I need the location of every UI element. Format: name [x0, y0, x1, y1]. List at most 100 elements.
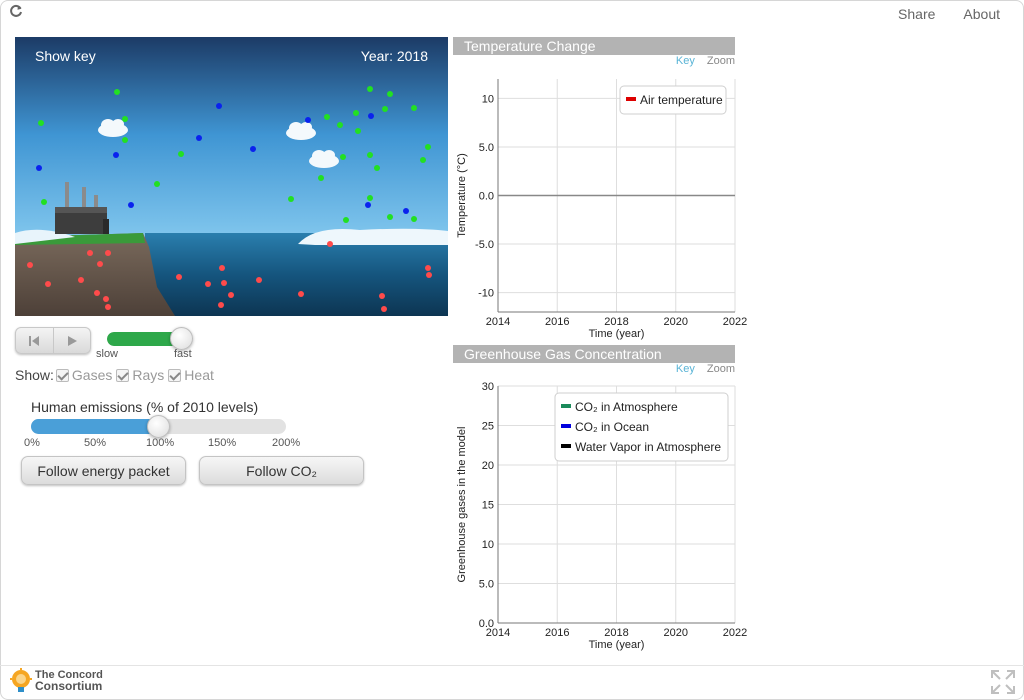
- gas-particle: [420, 157, 426, 163]
- x-axis-label: Time (year): [589, 328, 645, 340]
- concord-consortium-logo[interactable]: The Concord Consortium: [10, 668, 103, 694]
- gas-particle: [45, 281, 51, 287]
- show-key-link[interactable]: Show key: [35, 48, 96, 64]
- gas-particle: [288, 196, 294, 202]
- y-tick-label: -5.0: [475, 239, 494, 251]
- gas-particle: [324, 114, 330, 120]
- x-tick-label: 2014: [486, 316, 510, 328]
- play-button[interactable]: [54, 328, 91, 353]
- gas-particle: [367, 152, 373, 158]
- emissions-fill: [31, 419, 159, 434]
- gas-particle: [154, 181, 160, 187]
- y-tick-label: 5.0: [479, 579, 494, 591]
- lightbulb-icon: [10, 668, 32, 692]
- legend-swatch: [561, 404, 571, 408]
- follow-energy-packet-button[interactable]: Follow energy packet: [21, 456, 186, 485]
- y-tick-label: 10: [482, 539, 494, 551]
- legend-entry: Water Vapor in Atmosphere: [575, 440, 721, 454]
- rays-checkbox[interactable]: [116, 368, 130, 382]
- gas-particle: [368, 113, 374, 119]
- gas-particle: [36, 165, 42, 171]
- gas-particle: [103, 296, 109, 302]
- model-view[interactable]: Show key Year: 2018: [15, 37, 448, 316]
- heat-label[interactable]: Heat: [184, 367, 214, 383]
- x-tick-label: 2022: [723, 627, 747, 639]
- gas-particle: [411, 105, 417, 111]
- emissions-slider-handle[interactable]: [146, 415, 170, 438]
- x-tick-label: 2016: [545, 627, 569, 639]
- gas-particle: [403, 208, 409, 214]
- gas-particle: [256, 277, 262, 283]
- gas-particle: [250, 146, 256, 152]
- gases-label[interactable]: Gases: [72, 367, 112, 383]
- emissions-tick: 0%: [24, 437, 40, 449]
- heat-checkbox[interactable]: [168, 368, 182, 382]
- speed-slow-label: slow: [96, 348, 119, 360]
- emissions-tick: 200%: [272, 437, 301, 449]
- rays-label[interactable]: Rays: [132, 367, 164, 383]
- emissions-title: Human emissions (% of 2010 levels): [31, 399, 259, 415]
- emissions-tick: 150%: [208, 437, 237, 449]
- legend-swatch: [561, 444, 571, 448]
- emissions-tick: 100%: [146, 437, 175, 449]
- gas-particle: [382, 106, 388, 112]
- fullscreen-icon[interactable]: [990, 669, 1016, 700]
- gas-particle: [379, 293, 385, 299]
- show-options: Show: Gases Rays Heat: [15, 367, 216, 383]
- y-axis-label: Temperature (°C): [456, 153, 468, 237]
- x-tick-label: 2018: [604, 627, 628, 639]
- y-tick-label: 0.0: [479, 191, 494, 203]
- show-label: Show:: [15, 367, 54, 383]
- y-tick-label: -10: [478, 288, 494, 300]
- gas-particle: [228, 292, 234, 298]
- gas-particle: [221, 280, 227, 286]
- gas-particle: [219, 265, 225, 271]
- y-tick-label: 30: [482, 381, 494, 393]
- y-tick-label: 20: [482, 460, 494, 472]
- gas-particle: [425, 144, 431, 150]
- gas-particle: [387, 214, 393, 220]
- x-tick-label: 2020: [664, 316, 688, 328]
- gas-particle: [353, 110, 359, 116]
- reset-button[interactable]: [16, 328, 54, 353]
- ocean: [145, 233, 448, 316]
- gas-particle: [176, 274, 182, 280]
- x-tick-label: 2016: [545, 316, 569, 328]
- legend-entry: CO₂ in Atmosphere: [575, 400, 678, 414]
- gas-particle: [355, 128, 361, 134]
- top-nav: Share About: [898, 6, 1000, 22]
- greenhouse-gas-graph: Greenhouse Gas Concentration Key Zoom 20…: [453, 345, 753, 651]
- gas-particle: [298, 291, 304, 297]
- gas-particle: [78, 277, 84, 283]
- gas-particle: [367, 86, 373, 92]
- reload-icon[interactable]: [9, 4, 23, 22]
- share-link[interactable]: Share: [898, 6, 935, 22]
- logo-line-2: Consortium: [35, 679, 103, 693]
- y-tick-label: 0.0: [479, 618, 494, 630]
- gas-particle: [105, 304, 111, 310]
- gas-particle: [343, 217, 349, 223]
- gas-particle: [97, 261, 103, 267]
- gas-particle: [41, 199, 47, 205]
- gas-particle: [87, 250, 93, 256]
- gas-particle: [218, 302, 224, 308]
- gas-particle: [113, 152, 119, 158]
- gases-checkbox[interactable]: [55, 368, 69, 382]
- gas-particle: [337, 122, 343, 128]
- speed-slider-handle[interactable]: [169, 327, 193, 350]
- y-tick-label: 15: [482, 500, 494, 512]
- play-icon: [67, 335, 77, 346]
- gas-particle: [381, 306, 387, 312]
- gas-particle: [105, 250, 111, 256]
- gas-particle: [327, 241, 333, 247]
- y-axis-label: Greenhouse gases in the model: [456, 427, 468, 583]
- y-tick-label: 25: [482, 421, 494, 433]
- gas-particle: [340, 154, 346, 160]
- about-link[interactable]: About: [963, 6, 1000, 22]
- playback-controls: [15, 327, 91, 354]
- y-tick-label: 10: [482, 93, 494, 105]
- gas-particle: [318, 175, 324, 181]
- gas-particle: [216, 103, 222, 109]
- follow-co2-button[interactable]: Follow CO₂: [199, 456, 364, 485]
- y-tick-label: 5.0: [479, 142, 494, 154]
